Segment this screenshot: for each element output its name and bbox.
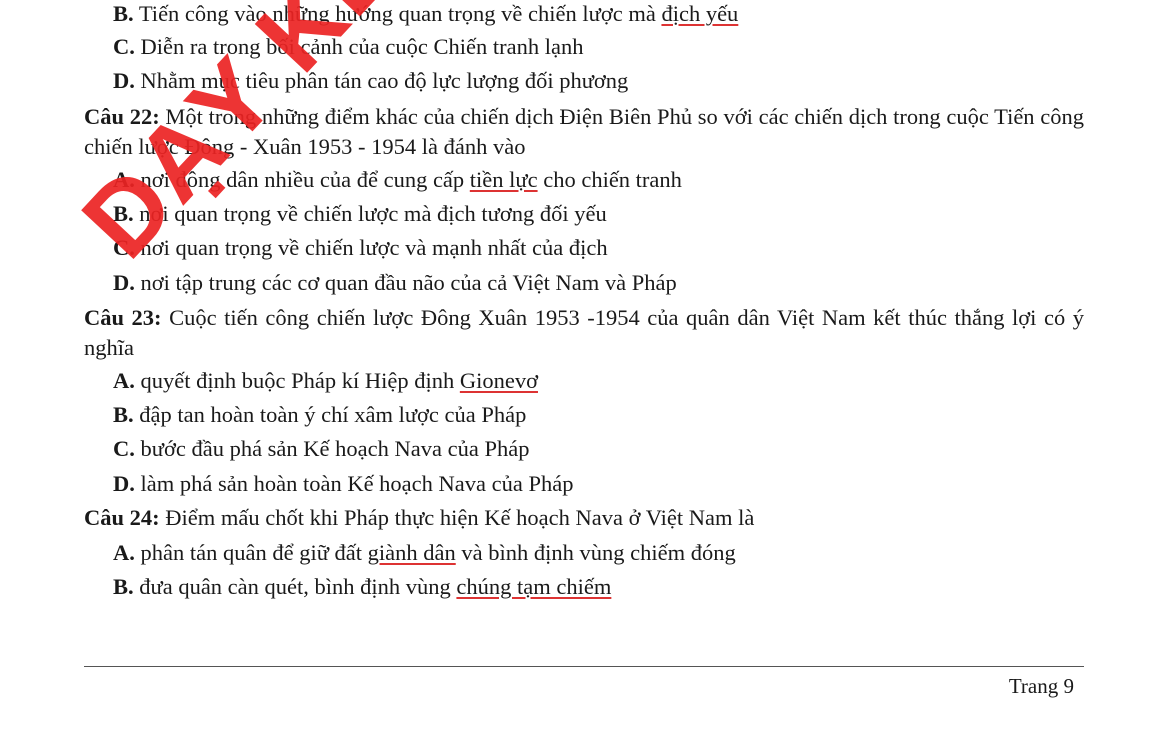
option-letter: A.	[113, 368, 135, 393]
option-letter: D.	[113, 471, 135, 496]
option-letter: B.	[113, 201, 134, 226]
q22-option-d: D. nơi tập trung các cơ quan đầu não của…	[113, 268, 677, 298]
option-text-underlined: Gionevơ	[459, 368, 538, 393]
q21-option-c: C. Diễn ra trong bối cảnh của cuộc Chiến…	[113, 32, 583, 62]
option-letter: C.	[113, 436, 135, 461]
question-text: Điểm mấu chốt khi Pháp thực hiện Kế hoạc…	[159, 505, 755, 530]
option-text: Diễn ra trong bối cảnh của cuộc Chiến tr…	[134, 34, 584, 59]
q24-option-b: B. đưa quân càn quét, bình định vùng chú…	[113, 572, 611, 602]
option-letter: B.	[113, 1, 134, 26]
q22-stem: Câu 22: Một trong những điểm khác của ch…	[84, 102, 1084, 162]
option-text: phân tán quân để giữ đất	[134, 540, 368, 565]
q23-option-a: A. quyết định buộc Pháp kí Hiệp định Gio…	[113, 366, 538, 396]
question-number: Câu 22:	[84, 104, 160, 129]
option-text-underlined: địch yếu	[661, 1, 739, 26]
option-text: nơi đông dân nhiều của để cung cấp	[134, 167, 470, 192]
option-text: đập tan hoàn toàn ý chí xâm lược của Phá…	[133, 402, 527, 427]
option-text-underlined: chúng tạm chiếm	[456, 574, 612, 599]
option-letter: D.	[113, 68, 135, 93]
option-text: bước đầu phá sản Kế hoạch Nava của Pháp	[134, 436, 530, 461]
option-letter: A.	[113, 540, 135, 565]
question-text: Cuộc tiến công chiến lược Đông Xuân 1953…	[84, 305, 1084, 360]
option-text: cho chiến tranh	[537, 167, 682, 192]
q23-option-c: C. bước đầu phá sản Kế hoạch Nava của Ph…	[113, 434, 529, 464]
option-text: nơi quan trọng về chiến lược mà địch tươ…	[133, 201, 607, 226]
option-text: đưa quân càn quét, bình định vùng	[133, 574, 457, 599]
option-letter: A.	[113, 167, 135, 192]
option-letter: D.	[113, 270, 135, 295]
option-text: và bình định vùng chiếm đóng	[455, 540, 736, 565]
q22-option-c: C. nơi quan trọng về chiến lược và mạnh …	[113, 233, 608, 263]
question-text: Một trong những điểm khác của chiến dịch…	[84, 104, 1084, 159]
q21-option-d: D. Nhằm mục tiêu phân tán cao độ lực lượ…	[113, 66, 628, 96]
option-text-underlined: tiền lực	[469, 167, 538, 192]
q22-option-a: A. nơi đông dân nhiều của để cung cấp ti…	[113, 165, 682, 195]
footer-divider	[84, 666, 1084, 667]
q23-option-d: D. làm phá sản hoàn toàn Kế hoạch Nava c…	[113, 469, 573, 499]
q23-option-b: B. đập tan hoàn toàn ý chí xâm lược của …	[113, 400, 526, 430]
option-text: Tiến công vào những hướng quan trọng về …	[133, 1, 662, 26]
q23-stem: Câu 23: Cuộc tiến công chiến lược Đông X…	[84, 303, 1084, 363]
q22-option-b: B. nơi quan trọng về chiến lược mà địch …	[113, 199, 607, 229]
document-page: B. Tiến công vào những hướng quan trọng …	[0, 0, 1168, 753]
option-text: Nhằm mục tiêu phân tán cao độ lực lượng …	[134, 68, 629, 93]
q21-option-b: B. Tiến công vào những hướng quan trọng …	[113, 0, 738, 29]
option-letter: B.	[113, 402, 134, 427]
question-number: Câu 24:	[84, 505, 160, 530]
option-text: quyết định buộc Pháp kí Hiệp định	[134, 368, 460, 393]
option-letter: B.	[113, 574, 134, 599]
option-letter: C.	[113, 235, 135, 260]
option-text-underlined: giành dân	[367, 540, 456, 565]
question-number: Câu 23:	[84, 305, 162, 330]
q24-stem: Câu 24: Điểm mấu chốt khi Pháp thực hiện…	[84, 503, 1084, 533]
page-number: Trang 9	[1008, 674, 1074, 698]
q24-option-a: A. phân tán quân để giữ đất giành dân và…	[113, 538, 736, 568]
option-text: nơi tập trung các cơ quan đầu não của cả…	[134, 270, 677, 295]
option-text: nơi quan trọng về chiến lược và mạnh nhấ…	[134, 235, 608, 260]
option-letter: C.	[113, 34, 135, 59]
option-text: làm phá sản hoàn toàn Kế hoạch Nava của …	[134, 471, 574, 496]
